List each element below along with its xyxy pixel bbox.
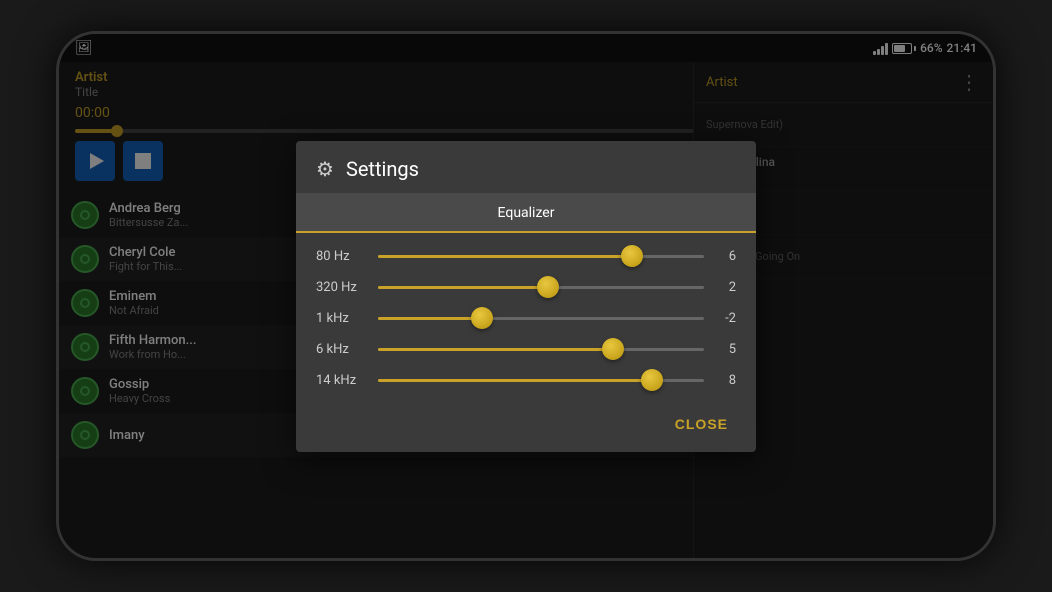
tab-equalizer[interactable]: Equalizer (296, 193, 756, 233)
eq-slider-1[interactable] (378, 286, 704, 289)
dialog-header: ⚙ Settings (296, 141, 756, 193)
eq-slider-2[interactable] (378, 317, 704, 320)
dialog-title: Settings (346, 157, 419, 181)
close-button[interactable]: CLOSE (667, 412, 736, 436)
eq-label-4: 14 kHz (316, 373, 366, 388)
eq-value-2: -2 (716, 311, 736, 326)
eq-slider-4[interactable] (378, 379, 704, 382)
dialog-overlay: ⚙ Settings Equalizer 80 Hz 6 32 (59, 34, 993, 558)
eq-slider-0[interactable] (378, 255, 704, 258)
eq-value-3: 5 (716, 342, 736, 357)
dialog-body: 80 Hz 6 320 Hz 2 (296, 233, 756, 404)
eq-row-3: 6 kHz 5 (316, 342, 736, 357)
dialog-tab-bar: Equalizer (296, 193, 756, 233)
eq-value-0: 6 (716, 249, 736, 264)
settings-dialog: ⚙ Settings Equalizer 80 Hz 6 32 (296, 141, 756, 452)
dialog-footer: CLOSE (296, 404, 756, 452)
eq-value-1: 2 (716, 280, 736, 295)
eq-label-0: 80 Hz (316, 249, 366, 264)
gear-icon: ⚙ (316, 157, 334, 181)
eq-row-4: 14 kHz 8 (316, 373, 736, 388)
device-frame: 🖼 66% 21:41 Artist (56, 31, 996, 561)
eq-label-2: 1 kHz (316, 311, 366, 326)
eq-row-1: 320 Hz 2 (316, 280, 736, 295)
eq-label-1: 320 Hz (316, 280, 366, 295)
eq-value-4: 8 (716, 373, 736, 388)
eq-row-0: 80 Hz 6 (316, 249, 736, 264)
eq-row-2: 1 kHz -2 (316, 311, 736, 326)
eq-label-3: 6 kHz (316, 342, 366, 357)
eq-slider-3[interactable] (378, 348, 704, 351)
